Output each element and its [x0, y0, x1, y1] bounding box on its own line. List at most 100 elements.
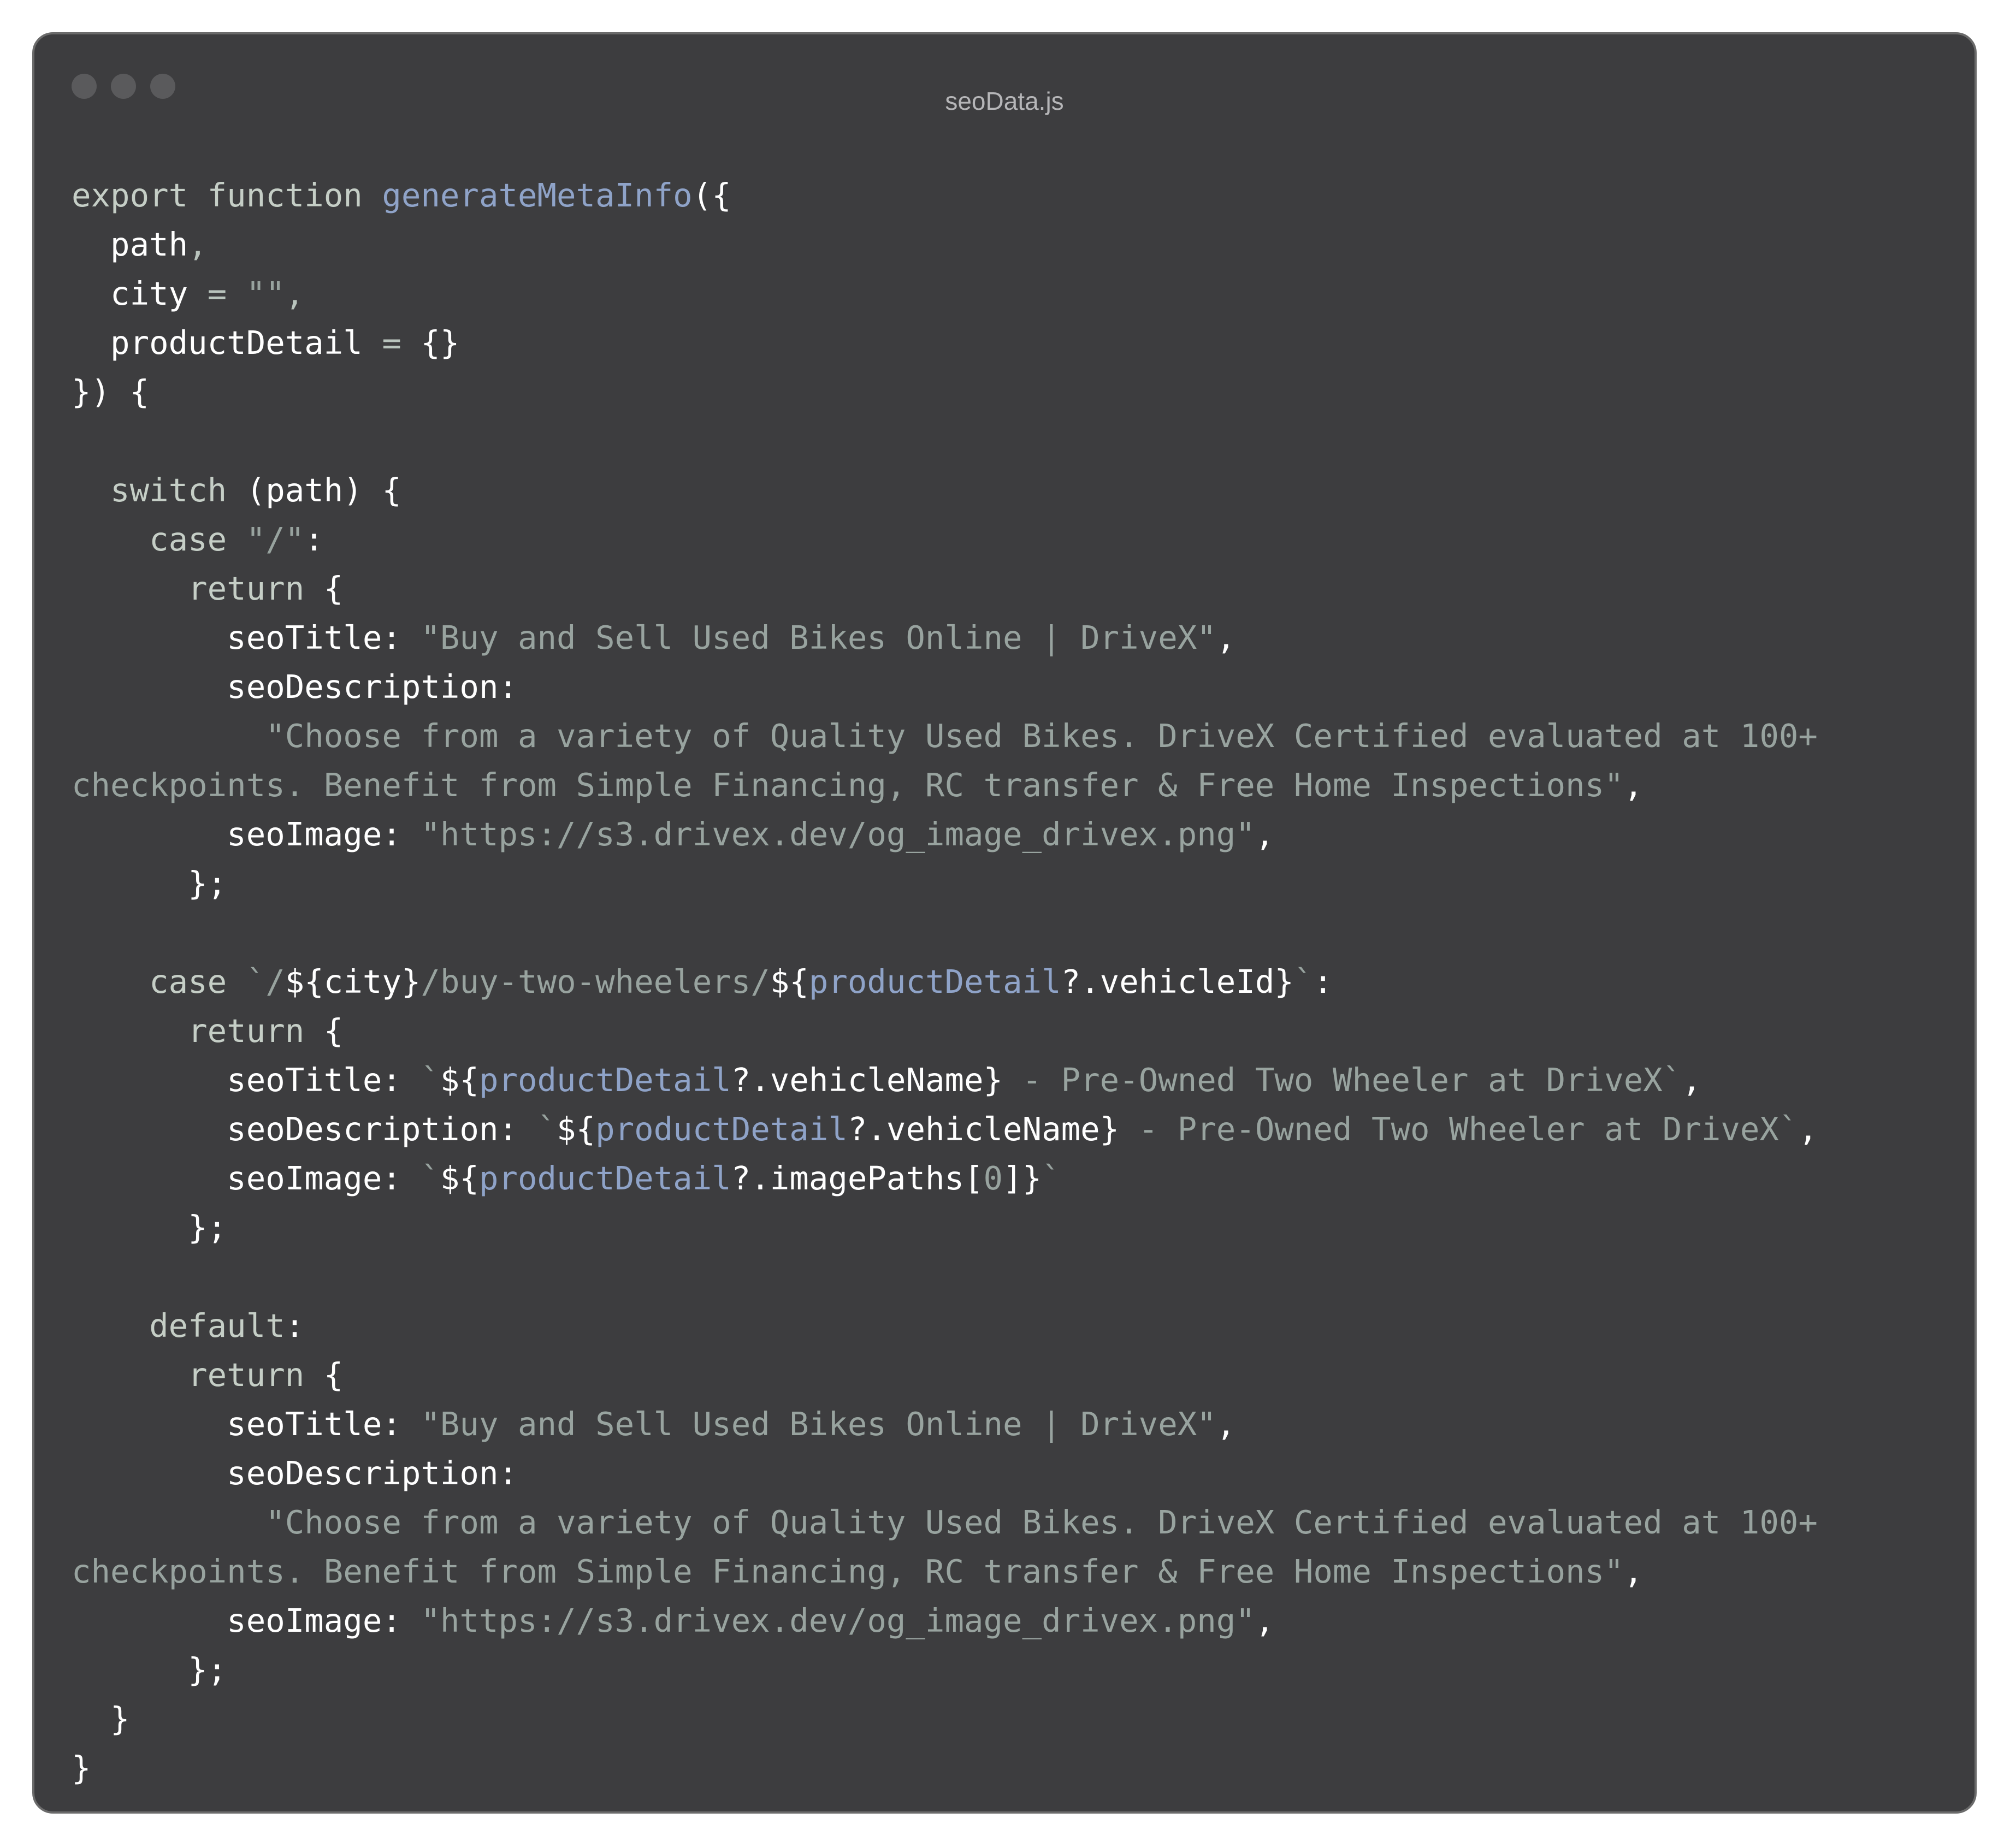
code-line: return { [72, 1006, 1953, 1056]
code-line: productDetail = {} [72, 318, 1953, 368]
code-token: return [72, 1012, 324, 1050]
code-line: "Choose from a variety of Quality Used B… [72, 712, 1953, 761]
code-token: productDetail [595, 1110, 848, 1148]
code-token: } [1022, 1159, 1042, 1197]
code-token: : [382, 1061, 421, 1099]
code-token: ?.imagePaths[ [731, 1159, 984, 1197]
code-line: seoDescription: `${productDetail?.vehicl… [72, 1105, 1953, 1154]
code-line: } [72, 1744, 1953, 1793]
code-token: : [304, 520, 324, 558]
code-line: seoDescription: [72, 1449, 1953, 1498]
code-line: seoImage: "https://s3.drivex.dev/og_imag… [72, 810, 1953, 859]
code-token: "Buy and Sell Used Bikes Online | DriveX… [421, 1405, 1216, 1443]
code-token: }; [72, 1651, 227, 1689]
code-line: path, [72, 220, 1953, 269]
code-token: }) { [72, 373, 150, 411]
code-line: }) { [72, 368, 1953, 417]
code-token: seoDescription [72, 1110, 499, 1148]
code-token: }; [72, 864, 227, 902]
code-token: "https://s3.drivex.dev/og_image_drivex.p… [421, 1602, 1255, 1639]
code-token: } [72, 1749, 91, 1787]
code-token: ] [1003, 1159, 1022, 1197]
code-token: productDetail [478, 1061, 731, 1099]
code-line: seoTitle: "Buy and Sell Used Bikes Onlin… [72, 613, 1953, 662]
code-line: seoTitle: `${productDetail?.vehicleName}… [72, 1056, 1953, 1105]
code-token: checkpoints. Benefit from Simple Financi… [72, 766, 1624, 804]
code-line: return { [72, 1351, 1953, 1400]
code-token: case [72, 520, 246, 558]
code-token: "https://s3.drivex.dev/og_image_drivex.p… [421, 815, 1255, 853]
code-token: ` [421, 1159, 440, 1197]
code-line: }; [72, 1203, 1953, 1252]
code-token: productDetail [808, 963, 1061, 1000]
code-token: "/" [246, 520, 305, 558]
code-token: seoImage [72, 815, 382, 853]
code-token: seoTitle [72, 1405, 382, 1443]
code-token: : [382, 619, 421, 656]
code-token: : [1313, 963, 1333, 1000]
code-token: : [498, 1454, 518, 1492]
code-token: , [1798, 1110, 1818, 1148]
window-titlebar: seoData.js [34, 34, 1974, 138]
code-token: ` [1042, 1159, 1061, 1197]
code-token: return [72, 570, 324, 607]
code-token: - Pre-Owned Two Wheeler at DriveX` [1119, 1110, 1799, 1148]
code-token: {} [421, 324, 460, 362]
code-line: seoImage: "https://s3.drivex.dev/og_imag… [72, 1596, 1953, 1645]
code-token: : [498, 668, 518, 706]
code-token: case [72, 963, 246, 1000]
code-window: seoData.js export function generateMetaI… [32, 32, 1977, 1814]
code-token: : [382, 1405, 421, 1443]
code-line: seoTitle: "Buy and Sell Used Bikes Onlin… [72, 1400, 1953, 1449]
code-token: seoDescription [72, 1454, 499, 1492]
code-line: case "/": [72, 515, 1953, 564]
code-token: "Buy and Sell Used Bikes Online | DriveX… [421, 619, 1216, 656]
code-token: } [983, 1061, 1003, 1099]
code-line: return { [72, 564, 1953, 613]
code-token: ` [421, 1061, 440, 1099]
code-token: - Pre-Owned Two Wheeler at DriveX` [1003, 1061, 1682, 1099]
code-line: city = "", [72, 269, 1953, 318]
code-token: (path) { [246, 471, 401, 509]
code-token: ${ [440, 1159, 479, 1197]
code-token: } [401, 963, 421, 1000]
code-token: ` [1293, 963, 1314, 1000]
code-token: { [323, 1356, 344, 1394]
code-token: ${ [557, 1110, 596, 1148]
code-token: path [72, 226, 188, 263]
code-token: ?.vehicleId [1061, 963, 1275, 1000]
code-token: seoImage [72, 1159, 382, 1197]
code-token: productDetail [72, 324, 363, 362]
code-token: : [382, 815, 421, 853]
code-token: = [362, 324, 421, 362]
code-token: /buy-two-wheelers/ [421, 963, 770, 1000]
code-token: 0 [983, 1159, 1003, 1197]
code-token: , [1623, 1553, 1644, 1590]
code-token: default [72, 1307, 285, 1344]
code-token: = [188, 275, 246, 312]
code-token: seoDescription [72, 668, 499, 706]
code-block: export function generateMetaInfo({ path,… [72, 171, 1953, 1793]
code-token: } [1274, 963, 1294, 1000]
code-token: ${ [440, 1061, 479, 1099]
code-token: productDetail [478, 1159, 731, 1197]
code-token: , [1623, 766, 1644, 804]
code-token: : [498, 1110, 537, 1148]
code-token: : [382, 1159, 421, 1197]
code-token: } [72, 1700, 130, 1738]
code-token: ?.vehicleName [847, 1110, 1100, 1148]
code-line: seoDescription: [72, 662, 1953, 712]
code-token: : [382, 1602, 421, 1639]
code-token: ${ [285, 963, 324, 1000]
code-token: { [323, 1012, 344, 1050]
code-line: switch (path) { [72, 466, 1953, 515]
code-token: }; [72, 1209, 227, 1246]
code-line: default: [72, 1301, 1953, 1351]
code-token: "Choose from a variety of Quality Used B… [72, 717, 1818, 755]
code-token: checkpoints. Benefit from Simple Financi… [72, 1553, 1624, 1590]
code-token: ` [537, 1110, 557, 1148]
code-token: } [1099, 1110, 1120, 1148]
code-token: , [285, 275, 305, 312]
